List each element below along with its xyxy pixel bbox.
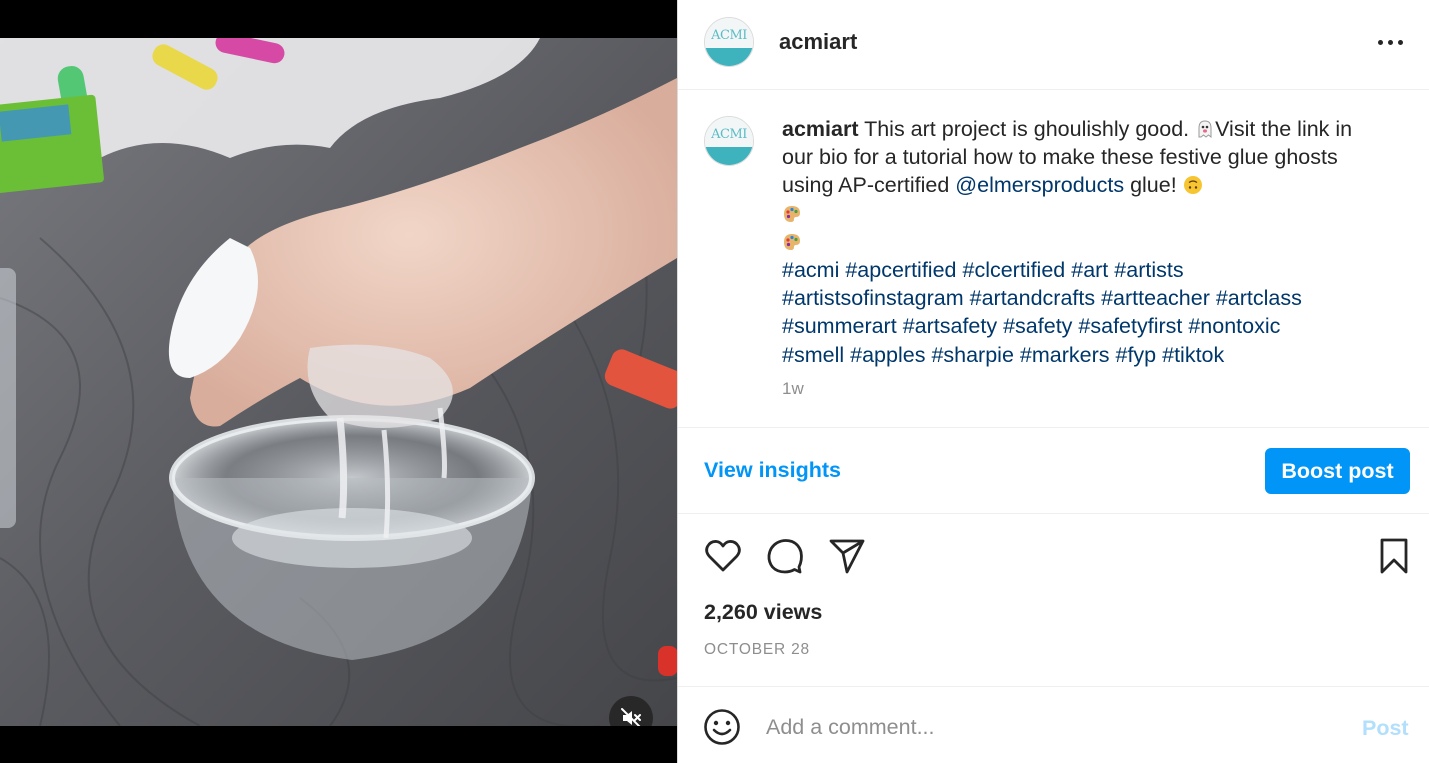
avatar-logo-text: ACMI bbox=[711, 28, 747, 44]
hashtag-link[interactable]: #clcertified bbox=[962, 258, 1065, 282]
comment-input[interactable] bbox=[766, 707, 1326, 747]
hashtag-link[interactable]: #smell bbox=[782, 343, 844, 367]
post-actions: 2,260 views OCTOBER 28 bbox=[678, 514, 1429, 687]
view-count[interactable]: 2,260 views bbox=[704, 600, 822, 625]
ghost-emoji bbox=[1198, 120, 1212, 139]
hashtag-link[interactable]: #markers bbox=[1020, 343, 1110, 367]
caption-author-avatar[interactable]: ACMI bbox=[704, 116, 754, 166]
hashtag-link[interactable]: #artandcrafts bbox=[970, 286, 1095, 310]
post-header: ACMI acmiart bbox=[678, 0, 1429, 90]
insights-bar: View insights Boost post bbox=[678, 428, 1429, 514]
share-icon[interactable] bbox=[827, 536, 867, 576]
artist-palette-emoji bbox=[784, 205, 800, 222]
author-username[interactable]: acmiart bbox=[779, 29, 857, 55]
hashtag-link[interactable]: #fyp bbox=[1116, 343, 1157, 367]
post-caption: ACMI acmiart This art project is ghoulis… bbox=[678, 90, 1429, 428]
smiley-icon[interactable] bbox=[703, 708, 741, 746]
caption-text-part1: This art project is ghoulishly good. bbox=[858, 117, 1196, 141]
hashtag-link[interactable]: #safety bbox=[1003, 314, 1072, 338]
hashtag-link[interactable]: #summerart bbox=[782, 314, 897, 338]
mention-link[interactable]: @elmersproducts bbox=[955, 173, 1124, 197]
artist-palette-emoji bbox=[784, 233, 800, 250]
hashtag-link[interactable]: #tiktok bbox=[1162, 343, 1224, 367]
hashtag-link[interactable]: #artclass bbox=[1216, 286, 1302, 310]
hashtag-link[interactable]: #artteacher bbox=[1101, 286, 1210, 310]
hashtag-link[interactable]: #artistsofinstagram bbox=[782, 286, 964, 310]
hashtag-link[interactable]: #safetyfirst bbox=[1078, 314, 1182, 338]
hashtag-link[interactable]: #acmi bbox=[782, 258, 839, 282]
upside-down-face-emoji bbox=[1183, 176, 1202, 195]
boost-post-button[interactable]: Boost post bbox=[1265, 448, 1410, 494]
hashtag-link[interactable]: #art bbox=[1071, 258, 1108, 282]
bookmark-icon[interactable] bbox=[1374, 536, 1414, 576]
hashtag-link[interactable]: #apcertified bbox=[845, 258, 956, 282]
hashtag-link[interactable]: #apples bbox=[850, 343, 925, 367]
post-details-panel: ACMI acmiart ACMI acmiart This art proje… bbox=[677, 0, 1429, 763]
hashtag-link[interactable]: #sharpie bbox=[931, 343, 1013, 367]
hashtag-link[interactable]: #artists bbox=[1114, 258, 1183, 282]
hashtag-link[interactable]: #artsafety bbox=[903, 314, 997, 338]
avatar-logo-text: ACMI bbox=[711, 127, 747, 143]
more-options-icon[interactable] bbox=[1370, 30, 1410, 54]
post-video[interactable] bbox=[0, 38, 677, 726]
speaker-muted-icon bbox=[621, 708, 641, 726]
view-insights-link[interactable]: View insights bbox=[704, 458, 841, 483]
post-time-ago[interactable]: 1w bbox=[782, 379, 804, 399]
comment-icon[interactable] bbox=[765, 536, 805, 576]
post-date: OCTOBER 28 bbox=[704, 641, 810, 658]
post-media[interactable] bbox=[0, 0, 677, 763]
comment-form: Post bbox=[678, 687, 1429, 763]
author-avatar[interactable]: ACMI bbox=[704, 17, 754, 67]
caption-text: acmiart This art project is ghoulishly g… bbox=[782, 115, 1382, 369]
heart-icon[interactable] bbox=[703, 536, 743, 576]
caption-username[interactable]: acmiart bbox=[782, 117, 859, 141]
caption-text-part3: glue! bbox=[1124, 173, 1183, 198]
video-frame-image bbox=[0, 38, 677, 726]
post-comment-button[interactable]: Post bbox=[1362, 716, 1409, 741]
hashtag-link[interactable]: #nontoxic bbox=[1188, 314, 1280, 338]
